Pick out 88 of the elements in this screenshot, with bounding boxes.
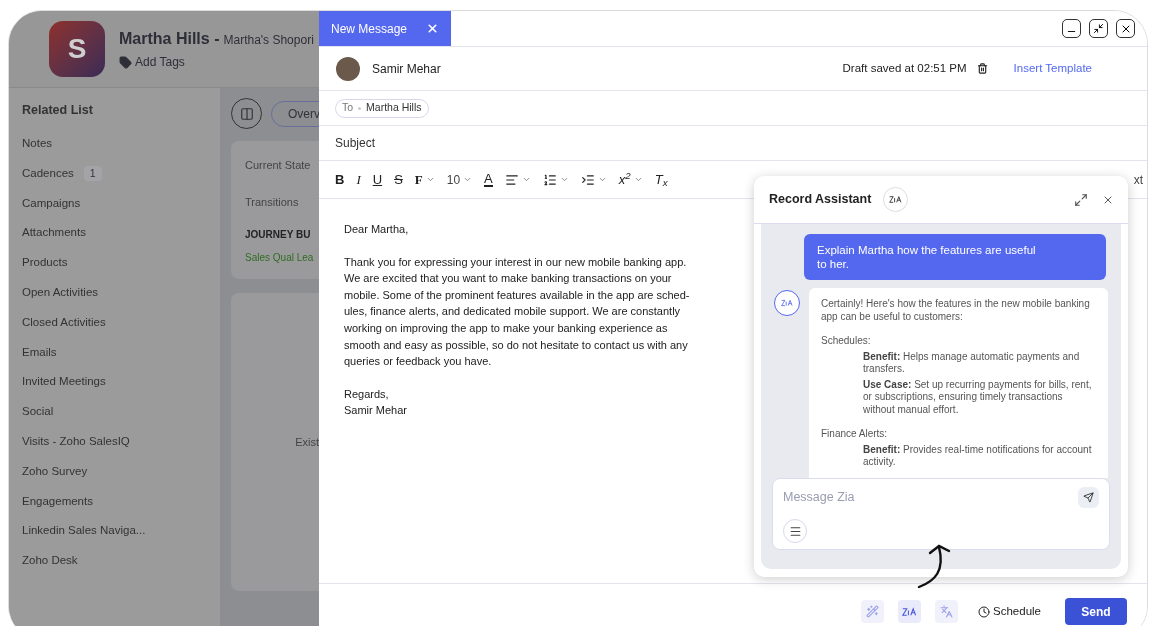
close-icon[interactable]: [426, 22, 439, 35]
related-list-item[interactable]: Notes: [22, 135, 53, 153]
numbered-list-icon: [542, 172, 557, 187]
account-name: Martha's Shopori: [223, 32, 314, 49]
field-label: Transitions: [245, 194, 300, 210]
magic-wand-icon: [866, 605, 880, 618]
delete-icon[interactable]: [976, 63, 988, 74]
message-input-box[interactable]: Message Zia: [772, 478, 1110, 550]
align-icon: [504, 172, 519, 187]
recipient-name: Martha Hills: [366, 100, 422, 116]
reply-heading: Finance Alerts:: [821, 428, 889, 441]
reply-heading: Schedules:: [821, 335, 872, 348]
caret-icon: [633, 175, 643, 184]
record-name: Martha Hills -: [119, 29, 220, 49]
script-tool-button[interactable]: x$^{2}$: [612, 166, 649, 193]
schedule-button[interactable]: Schedule: [978, 602, 1041, 621]
send-button[interactable]: Send: [1065, 598, 1127, 625]
new-message-tab[interactable]: New Message: [319, 11, 451, 46]
message-input[interactable]: Message Zia: [783, 488, 1078, 507]
reply-point: Use Case: Set up recurring payments for bills, rent, or subscriptions, ensuring timely transactions without manual effort.: [862, 378, 1093, 416]
tag-icon: [119, 55, 132, 69]
zia-button[interactable]: [898, 600, 922, 623]
translate-icon: [940, 605, 954, 618]
caret-icon: [463, 175, 473, 184]
related-list-item[interactable]: Visits - Zoho SalesIQ: [22, 433, 130, 451]
user-message: Explain Martha how the features are useful to her.: [804, 234, 1106, 280]
collapse-button[interactable]: [1089, 19, 1108, 38]
email-paragraph: Thank you for expressing your interest in our new mobile banking app. We are excited that you want to make banking transactions on your mobile. Some of the prominent features available in the app are sched- ules, finance alerts, and dedicated mobile support. We are constantly working on improving the app to make your banking experience as smooth and easy as possible, so do not hesitate to contact us with any queries or feedback you have.: [344, 254, 690, 370]
expand-icon[interactable]: [1074, 192, 1088, 207]
journey-state: Sales Qual Lea: [245, 251, 314, 265]
minimize-button[interactable]: [1062, 19, 1081, 38]
draft-status: Draft saved at 02:51 PM: [842, 60, 967, 76]
zia-logo-icon: [888, 195, 903, 204]
count-badge: 1: [83, 165, 102, 182]
related-list-item[interactable]: Campaigns: [22, 194, 81, 212]
caret-icon: [559, 175, 569, 184]
toolbar-label: xt: [1133, 171, 1143, 189]
reply-point: Benefit: Provides real-time notifications for account activity.: [862, 443, 1093, 469]
related-list-item[interactable]: Cadences: [22, 164, 74, 183]
italic-tool-button[interactable]: I: [350, 166, 367, 193]
size-tool-button[interactable]: 10: [440, 166, 479, 193]
related-list-title: Related List: [22, 102, 94, 119]
close-button[interactable]: [1116, 19, 1135, 38]
related-list-item[interactable]: Attachments: [22, 224, 86, 242]
zia-logo-icon: [780, 299, 794, 307]
related-list-item[interactable]: Social: [22, 403, 54, 421]
caret-icon: [597, 175, 607, 184]
empty-text: Exist: [295, 434, 319, 450]
collapse-icon: [1093, 23, 1104, 34]
related-list-item[interactable]: Emails: [22, 343, 57, 361]
record-avatar: S: [49, 21, 105, 77]
indent-icon: [580, 172, 595, 187]
clock-icon: [978, 605, 991, 618]
add-tags-link[interactable]: Add Tags: [119, 53, 185, 71]
related-list-item[interactable]: Zoho Survey: [22, 462, 88, 481]
color-tool-button[interactable]: A: [478, 166, 499, 193]
related-list-item[interactable]: Zoho Desk: [22, 552, 78, 570]
related-list-item[interactable]: Open Activities: [22, 284, 99, 302]
send-icon: [1083, 492, 1094, 503]
reply-point: Benefit: Helps manage automatic payments and transfers.: [862, 350, 1081, 376]
subject-field[interactable]: Subject: [319, 126, 1147, 161]
caret-icon: [425, 175, 435, 184]
insert-template-link[interactable]: Insert Template: [1013, 59, 1092, 78]
menu-icon: [788, 524, 802, 538]
related-list-item[interactable]: Closed Activities: [22, 313, 106, 332]
send-message-button[interactable]: [1078, 487, 1099, 508]
related-list-item[interactable]: Products: [22, 254, 68, 272]
zia-logo-icon: [901, 606, 918, 617]
panel-title: Record Assistant: [769, 191, 872, 209]
related-list-item[interactable]: Invited Meetings: [22, 373, 106, 391]
tab-title: New Message: [331, 20, 408, 38]
underline-tool-button[interactable]: U: [366, 166, 389, 193]
related-list-item[interactable]: Linkedin Sales Naviga...: [22, 522, 146, 540]
sender-name: Samir Mehar: [372, 60, 441, 78]
email-paragraph: Dear Martha,: [344, 222, 409, 237]
reply-intro: Certainly! Here's how the features in the new mobile banking app can be useful to customers:: [821, 298, 1091, 323]
clear-tool-button[interactable]: T$_{x}$: [648, 166, 674, 193]
bold-tool-button[interactable]: B: [329, 166, 351, 193]
panel-icon: [239, 106, 254, 121]
strike-tool-button[interactable]: S: [388, 166, 409, 193]
caret-icon: [521, 175, 531, 184]
to-label: To: [342, 100, 354, 116]
font-tool-button[interactable]: F: [408, 166, 441, 193]
field-label: Current State: [245, 158, 312, 173]
related-list-item[interactable]: Engagements: [22, 492, 93, 510]
sender-avatar: [336, 56, 360, 81]
journey-name: JOURNEY BU: [245, 228, 311, 242]
email-paragraph: Regards, Samir Mehar: [344, 386, 407, 419]
